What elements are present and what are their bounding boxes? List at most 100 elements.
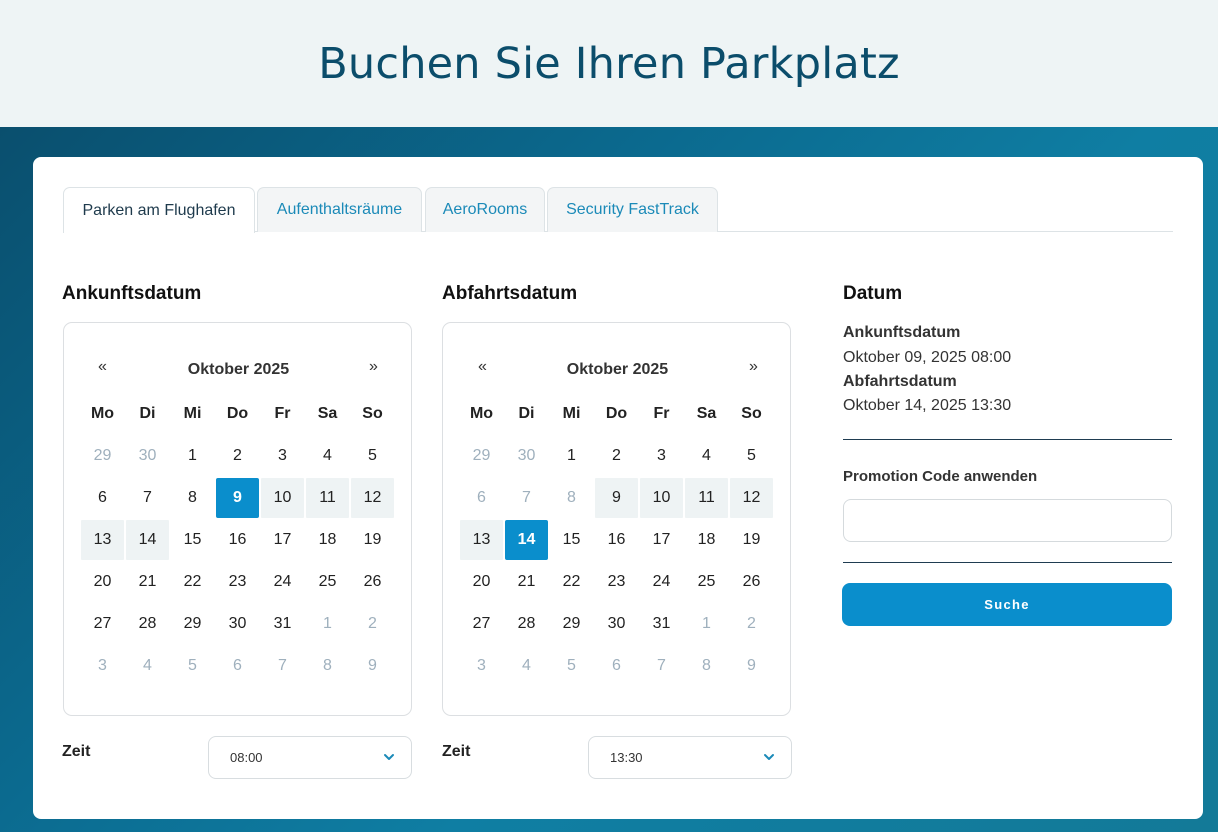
calendar-day[interactable]: 29 [171, 604, 214, 644]
calendar-day[interactable]: 30 [505, 436, 548, 476]
calendar-day[interactable]: 23 [595, 562, 638, 602]
calendar-day[interactable]: 5 [171, 646, 214, 686]
calendar-day[interactable]: 22 [550, 562, 593, 602]
calendar-day[interactable]: 10 [261, 478, 304, 518]
calendar-day[interactable]: 29 [460, 436, 503, 476]
calendar-day[interactable]: 13 [81, 520, 124, 560]
calendar-day[interactable]: 8 [306, 646, 349, 686]
calendar-day[interactable]: 7 [261, 646, 304, 686]
calendar-day[interactable]: 6 [595, 646, 638, 686]
promo-code-input[interactable] [843, 499, 1172, 542]
calendar-day[interactable]: 1 [171, 436, 214, 476]
calendar-day[interactable]: 12 [730, 478, 773, 518]
calendar-day[interactable]: 6 [216, 646, 259, 686]
calendar-day[interactable]: 18 [306, 520, 349, 560]
arrival-time-value: 08:00 [230, 750, 263, 765]
calendar-day[interactable]: 9 [730, 646, 773, 686]
departure-time-select[interactable]: 13:30 [588, 736, 792, 779]
calendar-day[interactable]: 4 [126, 646, 169, 686]
calendar-day-selected[interactable]: 9 [216, 478, 259, 518]
tab-aerorooms[interactable]: AeroRooms [425, 187, 545, 232]
calendar-day[interactable]: 1 [306, 604, 349, 644]
calendar-day[interactable]: 2 [351, 604, 394, 644]
calendar-day[interactable]: 27 [81, 604, 124, 644]
calendar-day[interactable]: 17 [261, 520, 304, 560]
calendar-day[interactable]: 30 [595, 604, 638, 644]
calendar-day[interactable]: 7 [505, 478, 548, 518]
calendar-day[interactable]: 28 [505, 604, 548, 644]
weekday-label: Mo [469, 405, 494, 422]
calendar-day[interactable]: 15 [171, 520, 214, 560]
calendar-day[interactable]: 5 [730, 436, 773, 476]
calendar-day[interactable]: 15 [550, 520, 593, 560]
calendar-day[interactable]: 21 [126, 562, 169, 602]
calendar-day[interactable]: 12 [351, 478, 394, 518]
calendar-day[interactable]: 1 [685, 604, 728, 644]
calendar-day-selected[interactable]: 14 [505, 520, 548, 560]
calendar-day[interactable]: 23 [216, 562, 259, 602]
calendar-day[interactable]: 4 [685, 436, 728, 476]
calendar-day[interactable]: 7 [126, 478, 169, 518]
calendar-day[interactable]: 29 [550, 604, 593, 644]
calendar-day[interactable]: 8 [685, 646, 728, 686]
calendar-day[interactable]: 7 [640, 646, 683, 686]
calendar-day[interactable]: 24 [261, 562, 304, 602]
calendar-day[interactable]: 6 [460, 478, 503, 518]
calendar-day[interactable]: 5 [550, 646, 593, 686]
calendar-day[interactable]: 20 [81, 562, 124, 602]
calendar-day[interactable]: 2 [730, 604, 773, 644]
weekday-label: Do [226, 405, 249, 422]
departure-calendar: « Oktober 2025 » Mo Di Mi Do Fr Sa So 29 30 1 2 3 4 5… [442, 322, 791, 716]
calendar-day[interactable]: 28 [126, 604, 169, 644]
calendar-day[interactable]: 9 [351, 646, 394, 686]
search-button[interactable]: Suche [842, 583, 1172, 626]
calendar-day[interactable]: 17 [640, 520, 683, 560]
tab-security-fasttrack[interactable]: Security FastTrack [547, 187, 718, 232]
calendar-day[interactable]: 4 [306, 436, 349, 476]
calendar-day[interactable]: 26 [730, 562, 773, 602]
calendar-day[interactable]: 10 [640, 478, 683, 518]
calendar-day[interactable]: 16 [216, 520, 259, 560]
calendar-day[interactable]: 3 [261, 436, 304, 476]
calendar-day[interactable]: 27 [460, 604, 503, 644]
calendar-day[interactable]: 2 [216, 436, 259, 476]
calendar-day[interactable]: 3 [81, 646, 124, 686]
promo-code-label: Promotion Code anwenden [843, 468, 1038, 485]
calendar-day[interactable]: 20 [460, 562, 503, 602]
calendar-day[interactable]: 18 [685, 520, 728, 560]
calendar-day[interactable]: 31 [261, 604, 304, 644]
calendar-day[interactable]: 30 [216, 604, 259, 644]
calendar-day[interactable]: 3 [640, 436, 683, 476]
calendar-day[interactable]: 11 [306, 478, 349, 518]
arrival-time-select[interactable]: 08:00 [208, 736, 412, 779]
chevron-double-right-icon[interactable]: » [749, 358, 758, 376]
calendar-day[interactable]: 4 [505, 646, 548, 686]
calendar-day[interactable]: 26 [351, 562, 394, 602]
calendar-day[interactable]: 25 [306, 562, 349, 602]
calendar-day[interactable]: 30 [126, 436, 169, 476]
calendar-day[interactable]: 22 [171, 562, 214, 602]
calendar-day[interactable]: 19 [730, 520, 773, 560]
calendar-day[interactable]: 24 [640, 562, 683, 602]
calendar-day[interactable]: 2 [595, 436, 638, 476]
calendar-day[interactable]: 8 [550, 478, 593, 518]
calendar-day[interactable]: 21 [505, 562, 548, 602]
arrival-title: Ankunftsdatum [62, 283, 202, 304]
calendar-day[interactable]: 6 [81, 478, 124, 518]
calendar-day[interactable]: 5 [351, 436, 394, 476]
calendar-day[interactable]: 9 [595, 478, 638, 518]
calendar-day[interactable]: 16 [595, 520, 638, 560]
chevron-double-right-icon[interactable]: » [369, 358, 378, 376]
tab-parken-am-flughafen[interactable]: Parken am Flughafen [63, 187, 255, 233]
calendar-day[interactable]: 11 [685, 478, 728, 518]
calendar-day[interactable]: 25 [685, 562, 728, 602]
calendar-day[interactable]: 13 [460, 520, 503, 560]
calendar-day[interactable]: 31 [640, 604, 683, 644]
calendar-day[interactable]: 29 [81, 436, 124, 476]
tab-aufenthaltsraeume[interactable]: Aufenthaltsräume [257, 187, 422, 232]
calendar-day[interactable]: 8 [171, 478, 214, 518]
calendar-day[interactable]: 3 [460, 646, 503, 686]
calendar-day[interactable]: 1 [550, 436, 593, 476]
calendar-day[interactable]: 14 [126, 520, 169, 560]
calendar-day[interactable]: 19 [351, 520, 394, 560]
